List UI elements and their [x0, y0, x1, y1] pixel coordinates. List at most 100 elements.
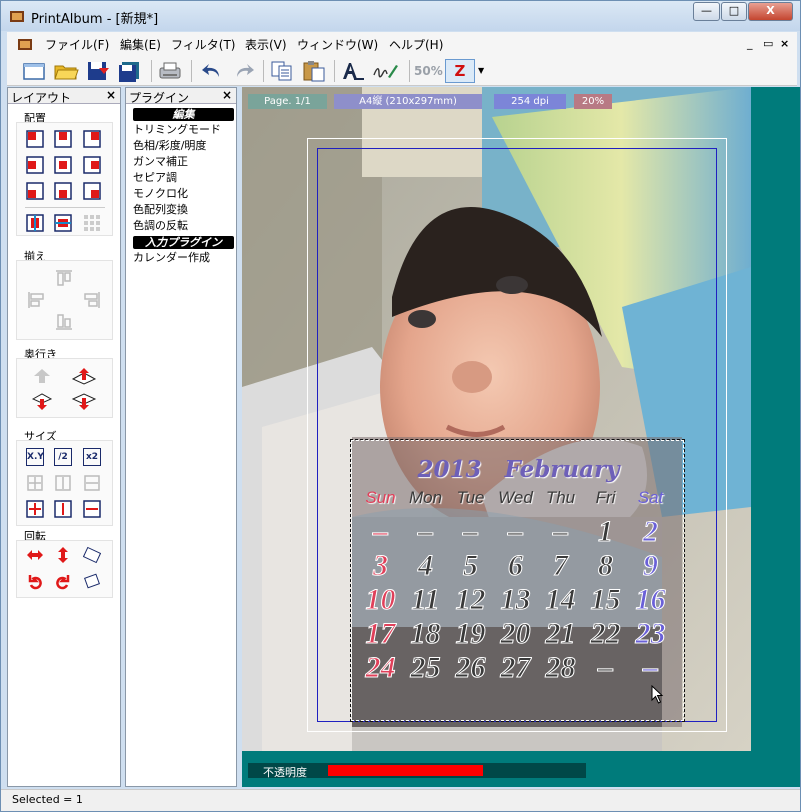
minimize-button[interactable]: —	[693, 2, 720, 21]
dropdown-arrow-icon[interactable]: ▼	[478, 66, 484, 75]
group-divider	[25, 207, 105, 208]
original-size-button[interactable]: X.Y	[26, 448, 44, 466]
plugin-item-calendar[interactable]: カレンダー作成	[133, 251, 210, 265]
bring-to-front-icon[interactable]	[71, 367, 97, 385]
maximize-button[interactable]: □	[721, 2, 747, 21]
plugin-item-color-swap[interactable]: 色配列変換	[133, 203, 188, 217]
toolbar-separator	[334, 60, 335, 82]
redo-icon[interactable]	[231, 59, 257, 83]
place-bottom-right-icon[interactable]	[83, 182, 101, 200]
layout-panel: レイアウト × 配置 揃え 奥行き サイズ X.Y /2 x2 回転	[7, 87, 121, 787]
calendar-day: –	[553, 515, 569, 548]
status-bar: Selected = 1	[1, 789, 800, 811]
send-to-back-icon[interactable]	[71, 393, 97, 411]
close-button[interactable]: X	[748, 2, 793, 21]
place-top-left-icon[interactable]	[26, 130, 44, 148]
center-horizontal-icon[interactable]	[26, 214, 44, 232]
calendar-weekday: Sat	[637, 488, 664, 507]
signature-tool-icon[interactable]	[372, 59, 398, 83]
fit-height-icon[interactable]	[54, 474, 72, 492]
calendar-object[interactable]: 2013 February Sun Mon Tue Wed Thu Fri Sat – – – – –…	[350, 439, 685, 722]
mdi-close-button[interactable]: ×	[780, 37, 789, 50]
menu-view[interactable]: 表示(V)	[245, 36, 287, 53]
zoom-50-button[interactable]: 50%	[414, 59, 443, 83]
calendar-day: 25	[410, 651, 441, 684]
save-icon[interactable]	[85, 59, 111, 83]
layout-panel-close-button[interactable]: ×	[106, 88, 116, 102]
fit-both-icon[interactable]	[26, 474, 44, 492]
paste-icon[interactable]	[301, 59, 327, 83]
flip-vertical-icon[interactable]	[54, 546, 72, 564]
stretch-height-icon[interactable]	[54, 500, 72, 518]
plugin-panel-close-button[interactable]: ×	[222, 88, 232, 102]
app-icon	[10, 11, 24, 22]
rotate-text-icon[interactable]	[83, 546, 101, 564]
fill-page-icon[interactable]	[26, 500, 44, 518]
calendar-day: 26	[455, 651, 486, 684]
plugin-item-gamma[interactable]: ガンマ補正	[133, 155, 188, 169]
plugin-item-trimming[interactable]: トリミングモード	[133, 123, 221, 137]
mdi-minimize-button[interactable]: _	[747, 37, 753, 50]
place-top-center-icon[interactable]	[54, 130, 72, 148]
plugin-item-sepia[interactable]: セピア調	[133, 171, 177, 185]
align-left-icon[interactable]	[27, 291, 45, 309]
calendar-day: –	[418, 515, 434, 548]
stretch-width-icon[interactable]	[83, 500, 101, 518]
calendar-day: 5	[463, 549, 479, 582]
calendar-weekday: Sun	[365, 488, 396, 507]
print-icon[interactable]	[157, 59, 183, 83]
place-center-icon[interactable]	[54, 156, 72, 174]
menu-window[interactable]: ウィンドウ(W)	[297, 36, 378, 53]
new-file-icon[interactable]	[21, 59, 47, 83]
menu-edit[interactable]: 編集(E)	[120, 36, 161, 53]
photo[interactable]: 2013 February Sun Mon Tue Wed Thu Fri Sat – – – – –…	[242, 87, 751, 751]
place-middle-left-icon[interactable]	[26, 156, 44, 174]
z-order-button[interactable]: Z	[445, 59, 475, 83]
copy-icon[interactable]	[269, 59, 295, 83]
menu-help[interactable]: ヘルプ(H)	[389, 36, 443, 53]
place-middle-right-icon[interactable]	[83, 156, 101, 174]
page-indicator: Page. 1/1	[248, 94, 327, 109]
undo-icon[interactable]	[199, 59, 225, 83]
mdi-restore-button[interactable]: ▭	[763, 37, 773, 50]
send-backward-icon[interactable]	[31, 393, 53, 411]
toolbar: 50% Z ▼	[7, 56, 797, 86]
calendar-day: 1	[598, 515, 614, 548]
calendar-day: 21	[545, 617, 576, 650]
menu-filter[interactable]: フィルタ(T)	[171, 36, 235, 53]
placement-group	[16, 122, 113, 236]
opacity-label: 不透明度	[263, 766, 307, 779]
calendar-day: 18	[410, 617, 441, 650]
plugin-item-monochrome[interactable]: モノクロ化	[133, 187, 188, 201]
calendar-day: 19	[455, 617, 486, 650]
rotate-right-icon[interactable]	[54, 572, 72, 590]
free-rotate-icon[interactable]	[83, 572, 101, 590]
grid-layout-icon[interactable]	[83, 214, 101, 232]
plugin-item-hue-saturation[interactable]: 色相/彩度/明度	[133, 139, 206, 153]
mouse-pointer-icon	[651, 685, 664, 704]
fit-width-icon[interactable]	[83, 474, 101, 492]
place-bottom-left-icon[interactable]	[26, 182, 44, 200]
text-tool-icon[interactable]	[340, 59, 366, 83]
align-bottom-icon[interactable]	[55, 313, 73, 331]
zoom-indicator: 20%	[574, 94, 612, 109]
open-folder-icon[interactable]	[53, 59, 79, 83]
align-right-icon[interactable]	[83, 291, 101, 309]
half-size-button[interactable]: /2	[54, 448, 72, 466]
place-top-right-icon[interactable]	[83, 130, 101, 148]
title-bar: PrintAlbum - [新規*] — □ X	[1, 1, 800, 31]
flip-horizontal-icon[interactable]	[26, 546, 44, 564]
bring-forward-icon[interactable]	[31, 367, 53, 385]
center-vertical-icon[interactable]	[54, 214, 72, 232]
plugin-item-invert[interactable]: 色調の反転	[133, 219, 188, 233]
double-size-button[interactable]: x2	[83, 448, 101, 466]
calendar-day: –	[373, 515, 389, 548]
place-bottom-center-icon[interactable]	[54, 182, 72, 200]
opacity-slider[interactable]	[328, 765, 586, 776]
rotate-left-icon[interactable]	[26, 572, 44, 590]
layout-panel-title: レイアウト	[11, 91, 72, 105]
save-as-icon[interactable]	[117, 59, 143, 83]
menu-file[interactable]: ファイル(F)	[45, 36, 109, 53]
canvas-area[interactable]: 2013 February Sun Mon Tue Wed Thu Fri Sat – – – – –…	[242, 87, 800, 787]
align-top-icon[interactable]	[55, 269, 73, 287]
